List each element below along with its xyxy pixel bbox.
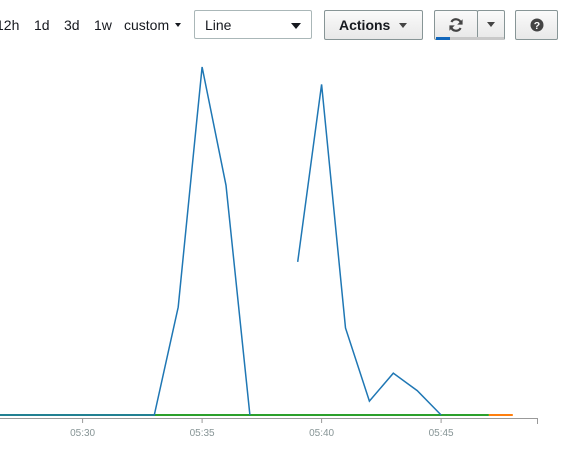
series-line-0 <box>296 84 442 416</box>
chart-series <box>0 66 513 416</box>
x-tick-label: 05:35 <box>190 428 215 439</box>
series-line-0 <box>0 66 251 416</box>
x-tick-label: 05:30 <box>70 428 95 439</box>
x-tick-label: 05:45 <box>429 428 454 439</box>
line-chart: 05:30 05:35 05:40 05:45 <box>0 66 538 439</box>
x-tick-label: 05:40 <box>309 428 334 439</box>
x-axis-ticks: 05:30 05:35 05:40 05:45 <box>70 418 538 439</box>
metrics-graph-panel: 12h 1d 3d 1w custom Line Actions <box>0 0 565 454</box>
